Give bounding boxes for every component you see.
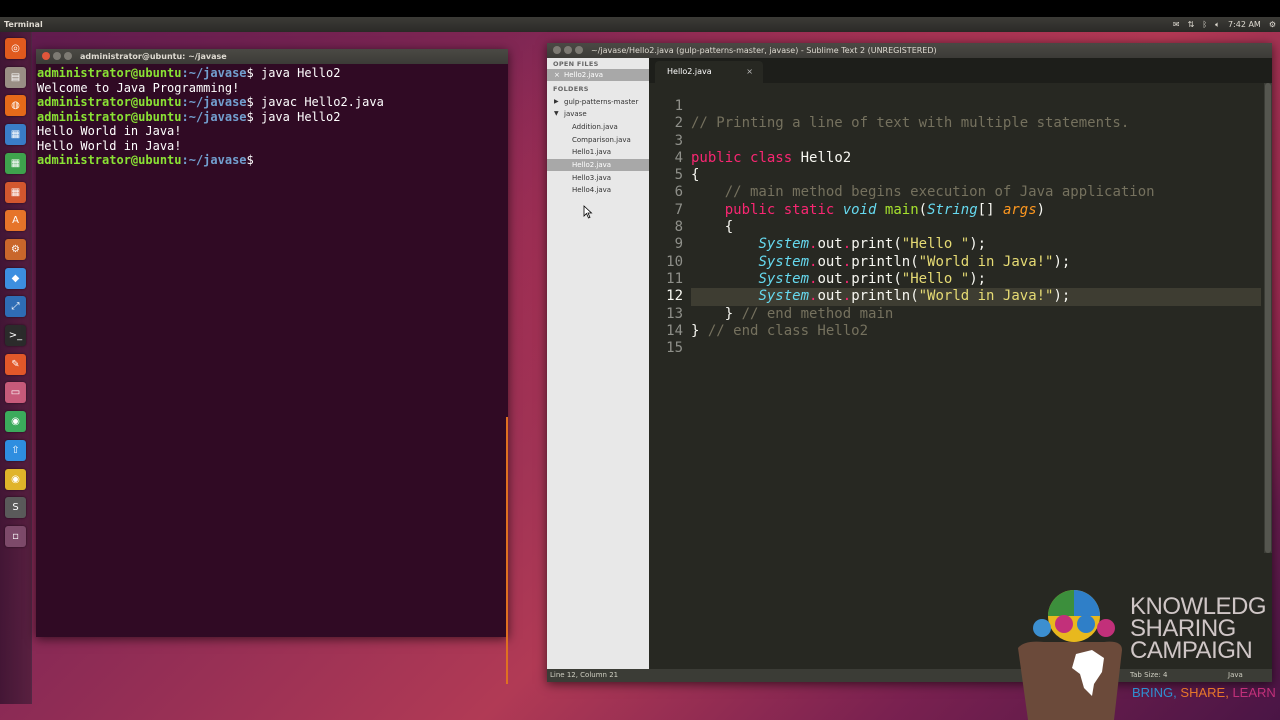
maximize-window-button[interactable] bbox=[64, 52, 72, 60]
trash-icon[interactable]: ▫ bbox=[5, 525, 26, 547]
terminal-prompt-line: administrator@ubuntu:~/javase$ bbox=[37, 153, 261, 167]
code-line: // Printing a line of text with multiple… bbox=[691, 115, 1130, 132]
netbeans-icon[interactable]: ⤢ bbox=[5, 296, 26, 318]
workspace-icon[interactable]: ▭ bbox=[5, 382, 26, 404]
active-app-title: Terminal bbox=[4, 20, 43, 29]
folder-item[interactable]: ▶ gulp-patterns-master bbox=[547, 96, 649, 108]
libreoffice-calc-icon[interactable]: ▦ bbox=[5, 152, 26, 174]
cursor-position: Line 12, Column 21 bbox=[550, 671, 619, 679]
knowledge-sharing-watermark: KNOWLEDG SHARING CAMPAIGN BRING, SHARE, … bbox=[1014, 588, 1280, 720]
terminal-line: Hello World in Java! bbox=[37, 138, 182, 153]
terminal-icon[interactable]: >_ bbox=[5, 325, 26, 346]
chevron-down-icon: ▼ bbox=[554, 110, 559, 117]
campaign-logo-icon bbox=[1018, 590, 1122, 720]
code-line: System.out.println("World in Java!"); bbox=[758, 253, 1071, 270]
code-line: { bbox=[691, 167, 700, 184]
chrome-icon[interactable]: ◉ bbox=[5, 468, 26, 490]
file-item[interactable]: Hello4.java bbox=[547, 184, 649, 196]
sublime-title: ~/javase/Hello2.java (gulp-patterns-mast… bbox=[591, 46, 937, 55]
mouse-cursor-icon bbox=[583, 205, 593, 219]
clock[interactable]: 7:42 AM bbox=[1228, 17, 1261, 32]
folders-header: FOLDERS bbox=[553, 85, 589, 93]
volume-tray-icon[interactable]: 🔈︎ bbox=[1215, 17, 1220, 32]
libreoffice-impress-icon[interactable]: ▦ bbox=[5, 181, 26, 203]
sublime-text-icon[interactable]: S bbox=[5, 497, 26, 519]
file-item[interactable]: Addition.java bbox=[547, 121, 649, 133]
chevron-right-icon: ▶ bbox=[554, 98, 559, 105]
firefox-icon[interactable]: ◍ bbox=[5, 95, 26, 117]
close-window-button[interactable] bbox=[553, 46, 561, 54]
open-file-item[interactable]: × Hello2.java bbox=[547, 69, 649, 81]
folder-item[interactable]: ▼ javase bbox=[547, 108, 649, 120]
file-item-selected[interactable]: Hello2.java bbox=[547, 159, 649, 171]
code-line: // main method begins execution of Java … bbox=[724, 184, 1155, 201]
close-icon[interactable]: × bbox=[554, 69, 560, 81]
update-manager-icon[interactable]: ⇧ bbox=[5, 439, 26, 461]
terminal-window[interactable]: administrator@ubuntu: ~/javase administr… bbox=[36, 49, 508, 684]
code-line-current: System.out.println("World in Java!"); bbox=[691, 288, 1261, 306]
tab-bar: Hello2.java × bbox=[649, 58, 1272, 83]
top-panel: Terminal ✉ ⇅ ᛒ 🔈︎ 7:42 AM ⚙ bbox=[0, 0, 1280, 32]
editor-scrollbar-thumb[interactable] bbox=[1265, 83, 1271, 553]
software-center-icon[interactable]: A bbox=[5, 210, 26, 232]
close-window-button[interactable] bbox=[42, 52, 50, 60]
sidebar: OPEN FILES × Hello2.java FOLDERS ▶ gulp-… bbox=[547, 58, 649, 669]
system-tray: ✉ ⇅ ᛒ 🔈︎ 7:42 AM ⚙ bbox=[1173, 17, 1276, 32]
code-line: public static void main(String[] args) bbox=[724, 201, 1046, 218]
gear-icon[interactable]: ⚙ bbox=[1269, 17, 1276, 32]
code-line: { bbox=[691, 219, 734, 236]
watermark-title: KNOWLEDG SHARING CAMPAIGN bbox=[1130, 593, 1267, 664]
terminal-line: administrator@ubuntu:~/javase$ java Hell… bbox=[37, 109, 341, 124]
terminal-scrollbar[interactable] bbox=[506, 417, 508, 684]
code-line: } // end class Hello2 bbox=[691, 322, 869, 339]
sublime-titlebar[interactable]: ~/javase/Hello2.java (gulp-patterns-mast… bbox=[547, 43, 1272, 58]
line-number-gutter: 12345 6 7 8 9 10 11 12 13 14 15 bbox=[666, 98, 683, 357]
code-line: public class Hello2 bbox=[691, 149, 852, 166]
terminal-output[interactable]: administrator@ubuntu:~/javase$ java Hell… bbox=[36, 64, 508, 168]
minimize-window-button[interactable] bbox=[564, 46, 572, 54]
tool-icon[interactable]: ✎ bbox=[5, 353, 26, 375]
code-line: System.out.print("Hello "); bbox=[758, 270, 987, 287]
code-line: System.out.print("Hello "); bbox=[758, 236, 987, 253]
libreoffice-writer-icon[interactable]: ▦ bbox=[5, 124, 26, 146]
bluetooth-tray-icon[interactable]: ᛒ bbox=[1202, 17, 1207, 32]
code-line: } // end method main bbox=[691, 305, 894, 322]
open-files-header: OPEN FILES bbox=[553, 60, 599, 68]
transfer-tray-icon[interactable]: ⇅ bbox=[1188, 17, 1195, 32]
file-item[interactable]: Hello3.java bbox=[547, 172, 649, 184]
file-item[interactable]: Hello1.java bbox=[547, 146, 649, 158]
close-icon[interactable]: × bbox=[746, 61, 753, 83]
editor[interactable]: Hello2.java × 12345 6 7 8 9 10 11 12 13 14 15 //… bbox=[649, 58, 1272, 669]
terminal-line: administrator@ubuntu:~/javase$ java Hell… bbox=[37, 66, 341, 80]
terminal-title: administrator@ubuntu: ~/javase bbox=[80, 52, 227, 61]
system-settings-icon[interactable]: ⚙ bbox=[5, 238, 26, 260]
terminal-titlebar[interactable]: administrator@ubuntu: ~/javase bbox=[36, 49, 508, 64]
dropbox-icon[interactable]: ◆ bbox=[5, 267, 26, 289]
tab-hello2[interactable]: Hello2.java × bbox=[655, 61, 763, 83]
files-icon[interactable]: ▤ bbox=[5, 66, 26, 88]
network-tray-icon[interactable]: ✉ bbox=[1173, 17, 1180, 32]
network-icon[interactable]: ◉ bbox=[5, 411, 26, 433]
launcher: ◎ ▤ ◍ ▦ ▦ ▦ A ⚙ ◆ ⤢ >_ ✎ ▭ ◉ ⇧ ◉ S ▫ bbox=[0, 32, 32, 704]
terminal-line: Hello World in Java! bbox=[37, 124, 182, 138]
maximize-window-button[interactable] bbox=[575, 46, 583, 54]
tab-label: Hello2.java bbox=[667, 67, 712, 76]
terminal-line: administrator@ubuntu:~/javase$ javac Hel… bbox=[37, 95, 384, 109]
ubuntu-dash-icon[interactable]: ◎ bbox=[5, 38, 26, 59]
terminal-line: Welcome to Java Programming! bbox=[37, 80, 240, 95]
minimize-window-button[interactable] bbox=[53, 52, 61, 60]
file-item[interactable]: Comparison.java bbox=[547, 134, 649, 146]
menu-bar: Terminal ✉ ⇅ ᛒ 🔈︎ 7:42 AM ⚙ bbox=[0, 17, 1280, 32]
code-area[interactable]: // Printing a line of text with multiple… bbox=[691, 98, 1261, 357]
watermark-tagline: BRING, SHARE, LEARN bbox=[1132, 685, 1276, 700]
sublime-window[interactable]: ~/javase/Hello2.java (gulp-patterns-mast… bbox=[547, 43, 1272, 682]
